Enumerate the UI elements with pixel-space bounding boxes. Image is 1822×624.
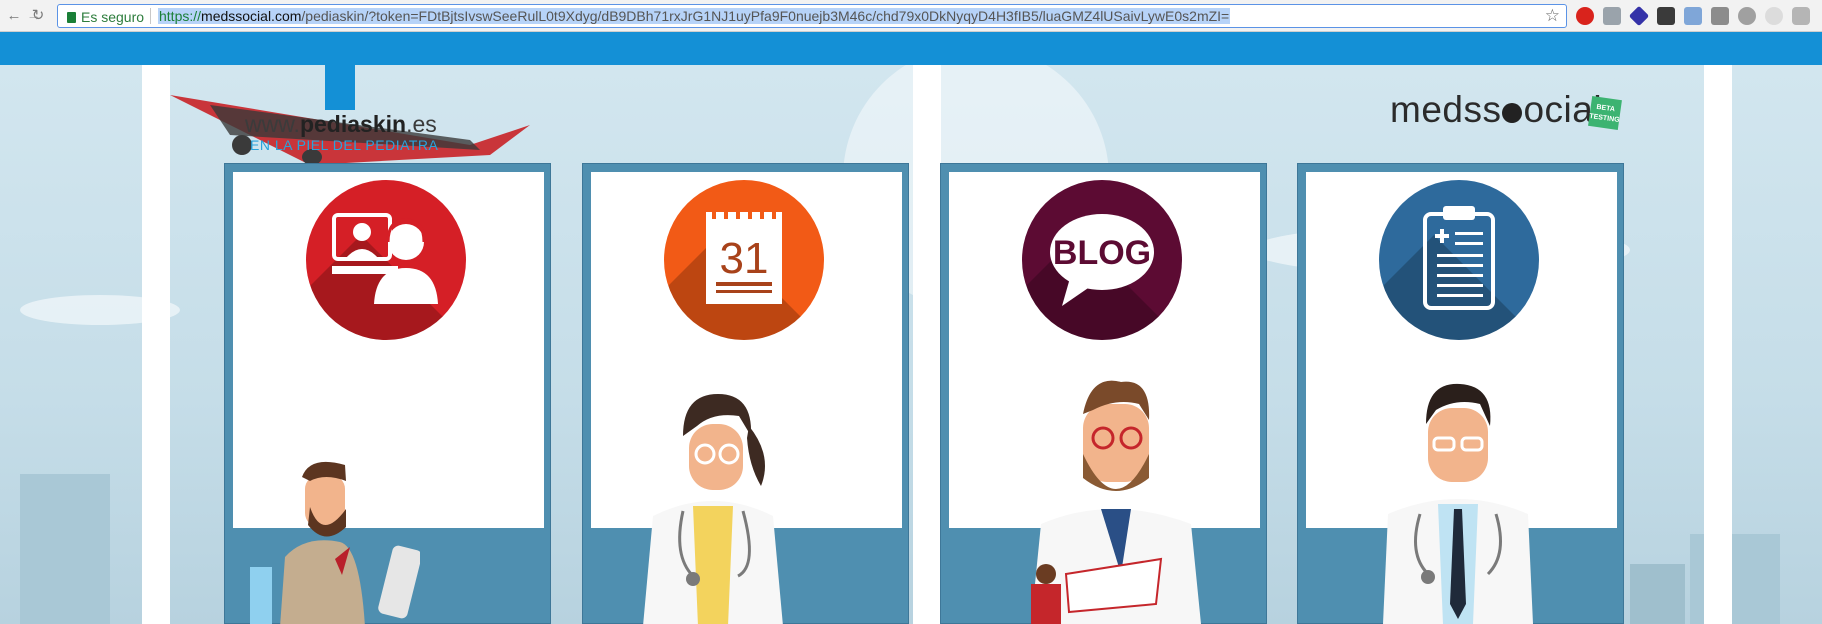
page-hero: www.pediaskin.es EN LA PIEL DEL PEDIATRA… — [0, 65, 1822, 624]
camera-icon[interactable] — [1684, 7, 1702, 25]
site-top-bar — [0, 32, 1822, 65]
pediaskin-logo[interactable]: www.pediaskin.es — [245, 111, 437, 138]
pediaskin-tagline: EN LA PIEL DEL PEDIATRA — [250, 137, 439, 153]
building-decoration — [1630, 564, 1685, 624]
medssocial-logo[interactable]: medss ocial — [1390, 89, 1602, 131]
calendar-icon[interactable]: 31 — [664, 180, 824, 340]
svg-text:31: 31 — [720, 234, 769, 283]
pocket-icon[interactable] — [1792, 7, 1810, 25]
secure-indicator[interactable]: Es seguro — [67, 9, 144, 25]
doctor-illustration — [643, 394, 783, 624]
url-protocol: https:// — [159, 8, 202, 24]
reload-icon[interactable]: ↻ — [28, 6, 48, 26]
doctor-illustration — [250, 461, 420, 624]
puzzle-icon[interactable] — [1711, 7, 1729, 25]
lock-icon — [67, 12, 76, 23]
svg-text:BLOG: BLOG — [1053, 234, 1151, 272]
star-icon[interactable]: ☆ — [1545, 6, 1560, 26]
omnibox-divider — [150, 8, 151, 24]
building-decoration — [20, 474, 110, 624]
layers-icon[interactable] — [1628, 5, 1650, 27]
adblock-icon[interactable] — [1576, 7, 1594, 25]
url-text[interactable]: https://medssocial.com/pediaskin/?token=… — [158, 8, 1231, 24]
card-calendar[interactable]: 31 — [582, 163, 909, 624]
blog-icon[interactable]: BLOG — [1022, 180, 1182, 340]
right-column-edge — [1704, 65, 1732, 624]
center-column-divider — [913, 65, 941, 624]
beta-badge: BETA TESTING — [1588, 96, 1622, 130]
cloud-outline-icon[interactable] — [1765, 7, 1783, 25]
url-path: /pediaskin/?token=FDtBjtsIvswSeeRulL0t9X… — [301, 8, 1230, 24]
card-clipboard[interactable] — [1297, 163, 1624, 624]
clipboard-icon[interactable] — [1379, 180, 1539, 340]
card-blog[interactable]: BLOG — [940, 163, 1267, 624]
address-bar[interactable]: Es seguro https://medssocial.com/pediask… — [57, 4, 1567, 28]
speech-dot-icon — [1502, 103, 1523, 123]
card-video-consultation[interactable] — [224, 163, 551, 624]
extension-icon[interactable] — [1603, 7, 1621, 25]
browser-toolbar: ← → ↻ Es seguro https://medssocial.com/p… — [0, 0, 1822, 32]
doctor-illustration — [1031, 380, 1201, 624]
secure-label: Es seguro — [81, 9, 145, 25]
cloud-icon[interactable] — [1738, 7, 1756, 25]
left-column-edge — [142, 65, 170, 624]
notes-icon[interactable] — [1657, 7, 1675, 25]
url-host: medssocial.com — [201, 8, 302, 24]
video-consultation-icon[interactable] — [306, 180, 466, 340]
arrow-left-icon[interactable]: ← — [4, 6, 24, 26]
doctor-illustration — [1383, 383, 1533, 624]
